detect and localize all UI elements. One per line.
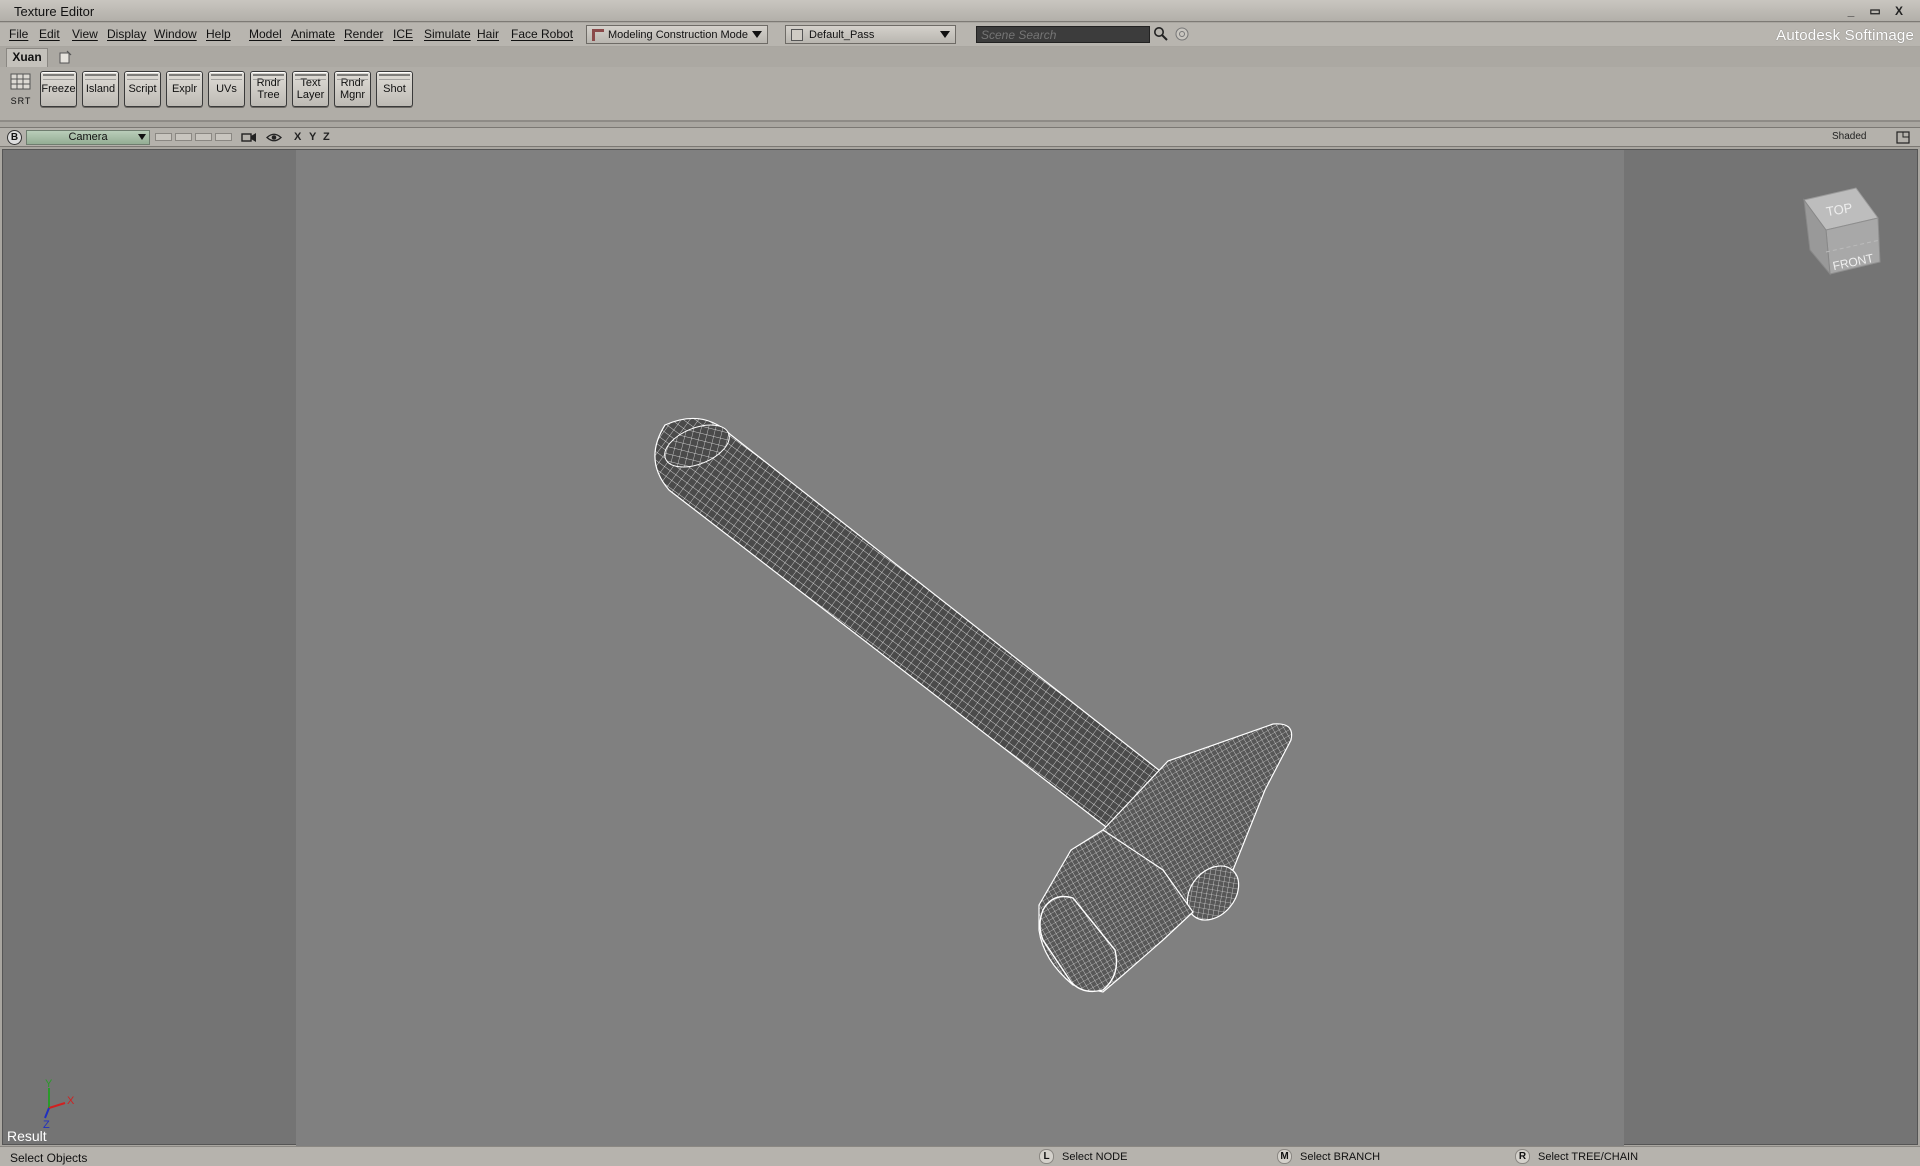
menu-view[interactable]: View — [72, 27, 98, 41]
softimage-window: Texture Editor _ ▭ X File Edit View Disp… — [0, 0, 1920, 1166]
uvs-button[interactable]: UVs — [208, 71, 245, 107]
construction-mode-dropdown[interactable]: Modeling Construction Mode — [586, 25, 768, 44]
construction-mode-label: Modeling Construction Mode — [608, 28, 749, 41]
viewport-letter-button[interactable]: B — [7, 130, 22, 145]
status-bar: Select Objects L Select NODE M Select BR… — [0, 1146, 1920, 1166]
hammer-wireframe-model[interactable] — [3, 150, 1919, 1146]
result-label: Result — [7, 1128, 47, 1144]
middle-mouse-icon: M — [1277, 1149, 1292, 1164]
viewport-layout-box[interactable] — [155, 133, 172, 141]
mouse-hint-right: R Select TREE/CHAIN — [1515, 1149, 1638, 1164]
search-icon[interactable] — [1153, 26, 1169, 42]
script-button[interactable]: Script — [124, 71, 161, 107]
srt-grid-icon — [10, 73, 31, 90]
hint-text: Select NODE — [1062, 1150, 1128, 1163]
mouse-hint-left: L Select NODE — [1039, 1149, 1127, 1164]
pass-label: Default_Pass — [809, 28, 875, 41]
explorer-button[interactable]: Explr — [166, 71, 203, 107]
clear-search-icon[interactable] — [1175, 27, 1189, 41]
module-ice[interactable]: ICE — [393, 27, 413, 41]
menu-help[interactable]: Help — [206, 27, 231, 41]
module-animate[interactable]: Animate — [291, 27, 335, 41]
srt-label: SRT — [10, 96, 32, 106]
camera-label: Camera — [68, 131, 108, 143]
camera-icon[interactable] — [241, 131, 257, 144]
display-mode-menu[interactable]: Shaded — [1832, 131, 1866, 142]
menu-bar: File Edit View Display Window Help Model… — [0, 23, 1920, 46]
freeze-button[interactable]: Freeze — [40, 71, 77, 107]
menu-edit[interactable]: Edit — [39, 27, 60, 41]
axis-x-toggle[interactable]: X — [294, 131, 301, 143]
text-layer-button[interactable]: Text Layer — [292, 71, 329, 107]
window-title: Texture Editor — [14, 4, 95, 19]
toolbar-tabs: Xuan — [0, 47, 1920, 67]
mouse-hint-middle: M Select BRANCH — [1277, 1149, 1380, 1164]
close-button[interactable]: X — [1890, 2, 1908, 19]
window-controls: _ ▭ X — [1842, 2, 1908, 19]
module-simulate[interactable]: Simulate — [424, 27, 471, 41]
gizmo-x-label: X — [67, 1095, 75, 1107]
eye-icon[interactable] — [266, 131, 282, 144]
custom-toolbar: SRT Freeze Island Script Explr UVs Rndr … — [0, 67, 1920, 122]
menu-file[interactable]: File — [9, 27, 28, 41]
construction-mode-icon — [592, 28, 604, 41]
module-model[interactable]: Model — [249, 27, 282, 41]
minimize-button[interactable]: _ — [1842, 2, 1860, 19]
restore-button[interactable]: ▭ — [1866, 2, 1884, 19]
island-button[interactable]: Island — [82, 71, 119, 107]
render-manager-button[interactable]: Rndr Mgnr — [334, 71, 371, 107]
module-render[interactable]: Render — [344, 27, 383, 41]
hint-text: Select TREE/CHAIN — [1538, 1150, 1639, 1163]
render-tree-button[interactable]: Rndr Tree — [250, 71, 287, 107]
chevron-down-icon — [138, 134, 146, 140]
3d-viewport[interactable]: TOP FRONT Y X Z Result — [2, 149, 1919, 1146]
gizmo-y-label: Y — [45, 1078, 53, 1090]
brand-logo: Autodesk Softimage — [1776, 27, 1914, 44]
hint-text: Select BRANCH — [1300, 1150, 1381, 1163]
module-hair[interactable]: Hair — [477, 27, 499, 41]
pass-icon — [791, 28, 803, 41]
axis-gizmo: Y X Z — [43, 1078, 75, 1130]
axis-z-toggle[interactable]: Z — [323, 131, 330, 143]
menu-window[interactable]: Window — [154, 27, 197, 41]
new-tab-icon[interactable] — [58, 50, 72, 64]
camera-dropdown[interactable]: Camera — [26, 130, 150, 145]
viewport-header: B Camera X Y Z Shaded — [0, 127, 1920, 147]
chevron-down-icon — [940, 31, 950, 38]
left-mouse-icon: L — [1039, 1149, 1054, 1164]
view-cube[interactable]: TOP FRONT — [1796, 176, 1896, 286]
maximize-viewport-icon[interactable] — [1896, 131, 1910, 144]
status-message: Select Objects — [10, 1151, 88, 1165]
shot-button[interactable]: Shot — [376, 71, 413, 107]
module-face-robot[interactable]: Face Robot — [511, 27, 573, 41]
axis-y-toggle[interactable]: Y — [309, 131, 316, 143]
menu-display[interactable]: Display — [107, 27, 146, 41]
srt-button[interactable]: SRT — [6, 71, 36, 107]
title-bar: Texture Editor _ ▭ X — [0, 0, 1920, 22]
viewport-layout-box[interactable] — [195, 133, 212, 141]
pass-dropdown[interactable]: Default_Pass — [785, 25, 956, 44]
viewport-layout-box[interactable] — [215, 133, 232, 141]
tab-xuan[interactable]: Xuan — [6, 48, 48, 67]
scene-search-input[interactable] — [976, 26, 1150, 43]
right-mouse-icon: R — [1515, 1149, 1530, 1164]
viewport-layout-box[interactable] — [175, 133, 192, 141]
chevron-down-icon — [752, 31, 762, 38]
